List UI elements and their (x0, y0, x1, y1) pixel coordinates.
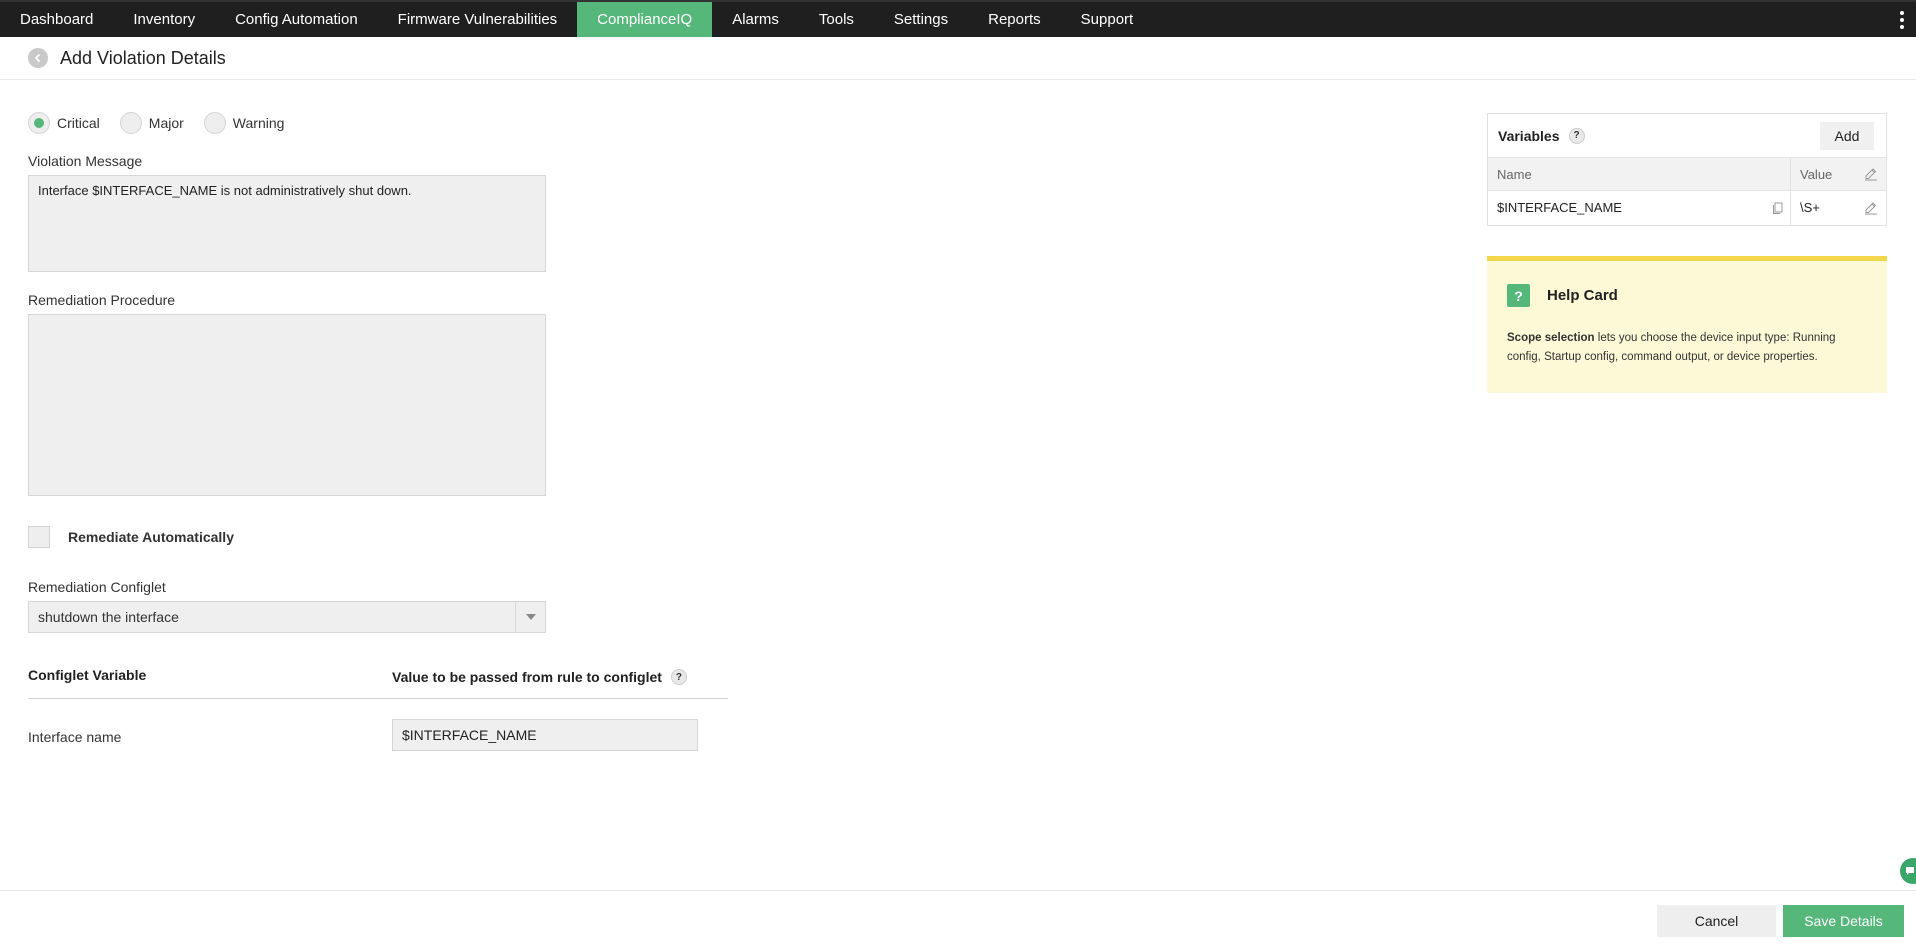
remediation-configlet-label: Remediation Configlet (28, 579, 166, 595)
configlet-variable-col-label: Configlet Variable (28, 667, 147, 683)
nav-dashboard[interactable]: Dashboard (0, 2, 113, 37)
help-card-title: Help Card (1547, 287, 1618, 304)
violation-message-label: Violation Message (28, 153, 143, 169)
nav-config-automation[interactable]: Config Automation (215, 2, 378, 37)
nav-reports[interactable]: Reports (968, 2, 1061, 37)
variables-panel: Variables ? Add Name Value $INTERFACE_NA… (1487, 113, 1887, 226)
nav-firmware-vulnerabilities[interactable]: Firmware Vulnerabilities (378, 2, 578, 37)
cancel-button[interactable]: Cancel (1657, 905, 1776, 937)
radio-critical[interactable] (28, 112, 50, 134)
more-vertical-icon[interactable] (1896, 2, 1908, 37)
variables-title: Variables (1498, 127, 1560, 144)
nav-alarms[interactable]: Alarms (712, 2, 799, 37)
nav-tools[interactable]: Tools (799, 2, 874, 37)
nav-inventory[interactable]: Inventory (113, 2, 215, 37)
configlet-value-col-label: Value to be passed from rule to configle… (392, 669, 687, 685)
radio-major-label: Major (148, 115, 184, 131)
page-title: Add Violation Details (60, 47, 226, 68)
copy-icon[interactable] (1771, 201, 1785, 215)
variables-header: Variables ? Add (1488, 114, 1886, 157)
configlet-variable-name: Interface name (28, 729, 122, 745)
save-details-button[interactable]: Save Details (1783, 905, 1904, 937)
footer-bar: Cancel Save Details (0, 890, 1916, 944)
remediate-automatically-label: Remediate Automatically (68, 529, 234, 545)
remediation-procedure-input[interactable] (28, 314, 546, 496)
help-card: ? Help Card Scope selection lets you cho… (1487, 256, 1887, 393)
variables-col-value: Value (1800, 167, 1833, 182)
configlet-variable-value-input[interactable] (392, 719, 698, 751)
radio-warning[interactable] (203, 112, 226, 134)
variable-name-cell: $INTERFACE_NAME (1497, 200, 1622, 215)
remediate-automatically-checkbox[interactable] (28, 526, 50, 548)
configlet-value-col-text: Value to be passed from rule to configle… (392, 669, 662, 685)
configlet-variable-header: Configlet Variable Value to be passed fr… (28, 667, 728, 699)
nav-support[interactable]: Support (1061, 2, 1154, 37)
column-divider (1790, 191, 1791, 225)
edit-icon[interactable] (1864, 201, 1878, 215)
top-nav: Dashboard Inventory Config Automation Fi… (0, 0, 1916, 37)
help-card-body: Scope selection lets you choose the devi… (1507, 329, 1867, 367)
help-question-icon: ? (1507, 284, 1530, 307)
severity-radio-group: Critical Major Warning (28, 112, 304, 134)
severity-major-option[interactable]: Major (119, 112, 184, 134)
radio-warning-label: Warning (232, 115, 285, 131)
chat-icon[interactable] (1900, 858, 1916, 884)
variables-help-icon[interactable]: ? (1568, 127, 1585, 144)
column-divider (1790, 158, 1791, 192)
remediation-procedure-label: Remediation Procedure (28, 292, 176, 308)
variables-col-name: Name (1497, 167, 1532, 182)
help-question-icon[interactable]: ? (670, 669, 687, 685)
radio-critical-label: Critical (57, 115, 100, 131)
remediation-configlet-select[interactable]: shutdown the interface (28, 601, 546, 633)
violation-message-input[interactable]: Interface $INTERFACE_NAME is not adminis… (28, 175, 546, 272)
back-arrow-icon[interactable] (28, 48, 48, 68)
nav-settings[interactable]: Settings (874, 2, 968, 37)
variables-table-header: Name Value (1488, 157, 1886, 192)
page-header: Add Violation Details (0, 37, 1916, 80)
nav-complianceiq[interactable]: ComplianceIQ (577, 2, 713, 37)
table-row: $INTERFACE_NAME \S+ (1488, 191, 1886, 225)
severity-critical-option[interactable]: Critical (28, 112, 100, 134)
radio-major[interactable] (119, 112, 142, 134)
variable-value-cell: \S+ (1800, 200, 1820, 215)
severity-warning-option[interactable]: Warning (203, 112, 285, 134)
remediate-automatically-row: Remediate Automatically (28, 526, 234, 548)
add-variable-button[interactable]: Add (1820, 122, 1874, 150)
edit-icon[interactable] (1864, 167, 1878, 181)
help-card-bold: Scope selection (1507, 332, 1595, 344)
remediation-configlet-value: shutdown the interface (38, 609, 179, 625)
chevron-down-icon[interactable] (515, 602, 545, 632)
